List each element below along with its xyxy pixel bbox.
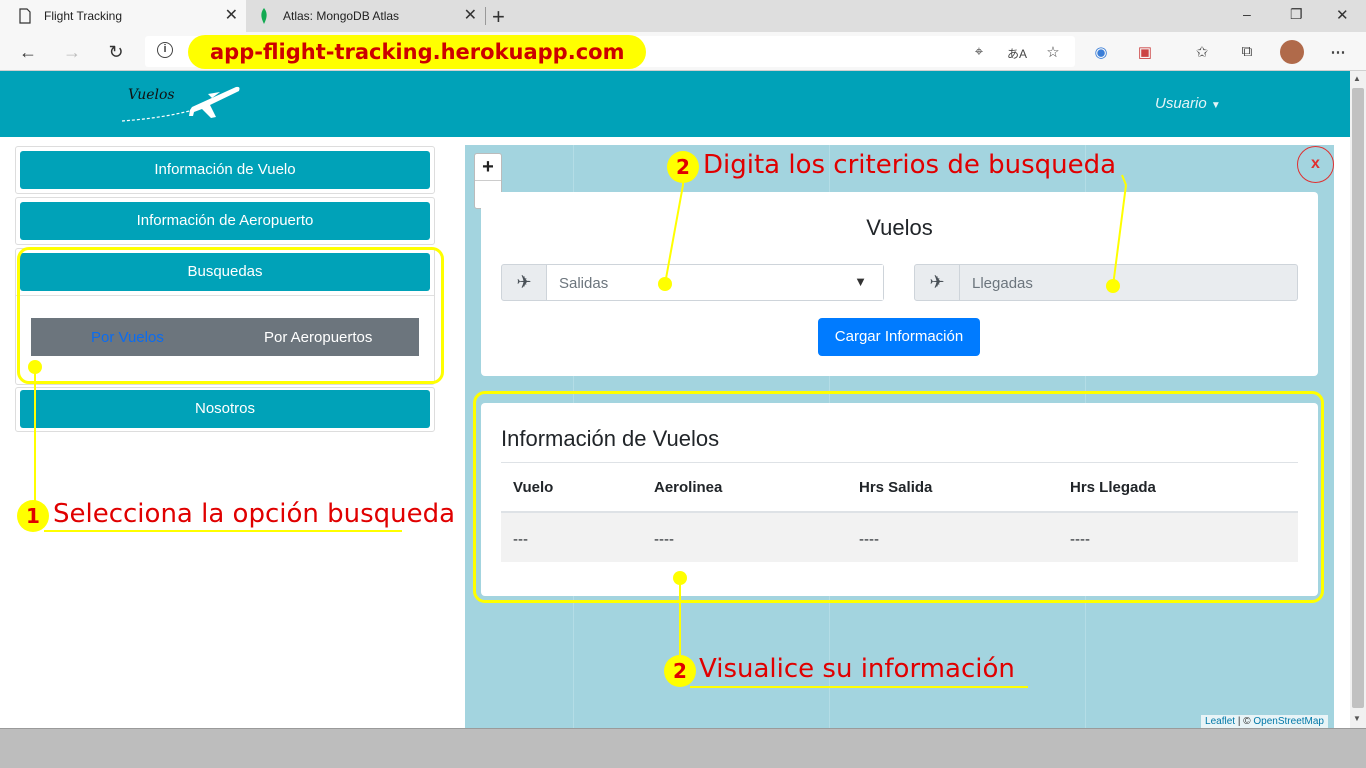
close-tab-icon[interactable]: ✕	[225, 8, 238, 24]
close-tab-icon[interactable]: ✕	[464, 8, 477, 24]
favorites-list-icon[interactable]: ✩	[1192, 43, 1212, 61]
refresh-icon[interactable]: ↻	[104, 40, 128, 64]
favorite-star-icon[interactable]: ☆	[1043, 43, 1063, 61]
annotation-step1: Selecciona la opción busqueda	[53, 499, 456, 529]
maximize-icon[interactable]: ❐	[1290, 6, 1303, 23]
avatar[interactable]	[1280, 40, 1304, 64]
url-text[interactable]: app-flight-tracking.herokuapp.com	[188, 35, 647, 69]
step-badge: 2	[667, 151, 699, 183]
scrollbar-thumb[interactable]	[1352, 88, 1364, 708]
taskbar-area	[0, 728, 1366, 768]
translate-icon[interactable]: あA	[1007, 45, 1027, 62]
forward-icon[interactable]: →	[60, 40, 84, 64]
back-icon[interactable]: ←	[16, 40, 40, 64]
cast-icon[interactable]: ▣	[1135, 43, 1155, 61]
extension-icon[interactable]: ◉	[1091, 43, 1111, 61]
location-icon[interactable]: ⌖	[969, 43, 989, 60]
annotation-step2: Digita los criterios de busqueda	[703, 150, 1117, 180]
page-icon	[19, 8, 31, 24]
scroll-down-icon[interactable]: ▼	[1353, 714, 1361, 723]
minimize-icon[interactable]: –	[1243, 6, 1251, 22]
mongodb-leaf-icon	[261, 8, 267, 24]
web-page: Vuelos Usuario ▼ Información de Vuelo In…	[0, 71, 1350, 728]
more-menu-icon[interactable]: ⋯	[1328, 43, 1348, 61]
window-close-icon[interactable]: ✕	[1336, 6, 1349, 24]
step-badge: 1	[17, 500, 49, 532]
collections-icon[interactable]: ⧉	[1237, 43, 1257, 60]
tab-title: Flight Tracking	[44, 9, 123, 23]
tab-mongodb-atlas[interactable]: Atlas: MongoDB Atlas ✕	[247, 0, 485, 32]
scroll-up-icon[interactable]: ▲	[1353, 74, 1361, 83]
tab-flight-tracking[interactable]: Flight Tracking ✕	[0, 0, 246, 32]
tab-divider	[485, 7, 486, 25]
new-tab-icon[interactable]: +	[492, 4, 505, 30]
annotation-step3: Visualice su información	[699, 654, 1015, 684]
step-badge: 2	[664, 655, 696, 687]
browser-tab-bar: Flight Tracking ✕ Atlas: MongoDB Atlas ✕…	[0, 0, 1366, 32]
info-icon[interactable]: i	[157, 42, 173, 58]
tab-title: Atlas: MongoDB Atlas	[283, 9, 400, 23]
